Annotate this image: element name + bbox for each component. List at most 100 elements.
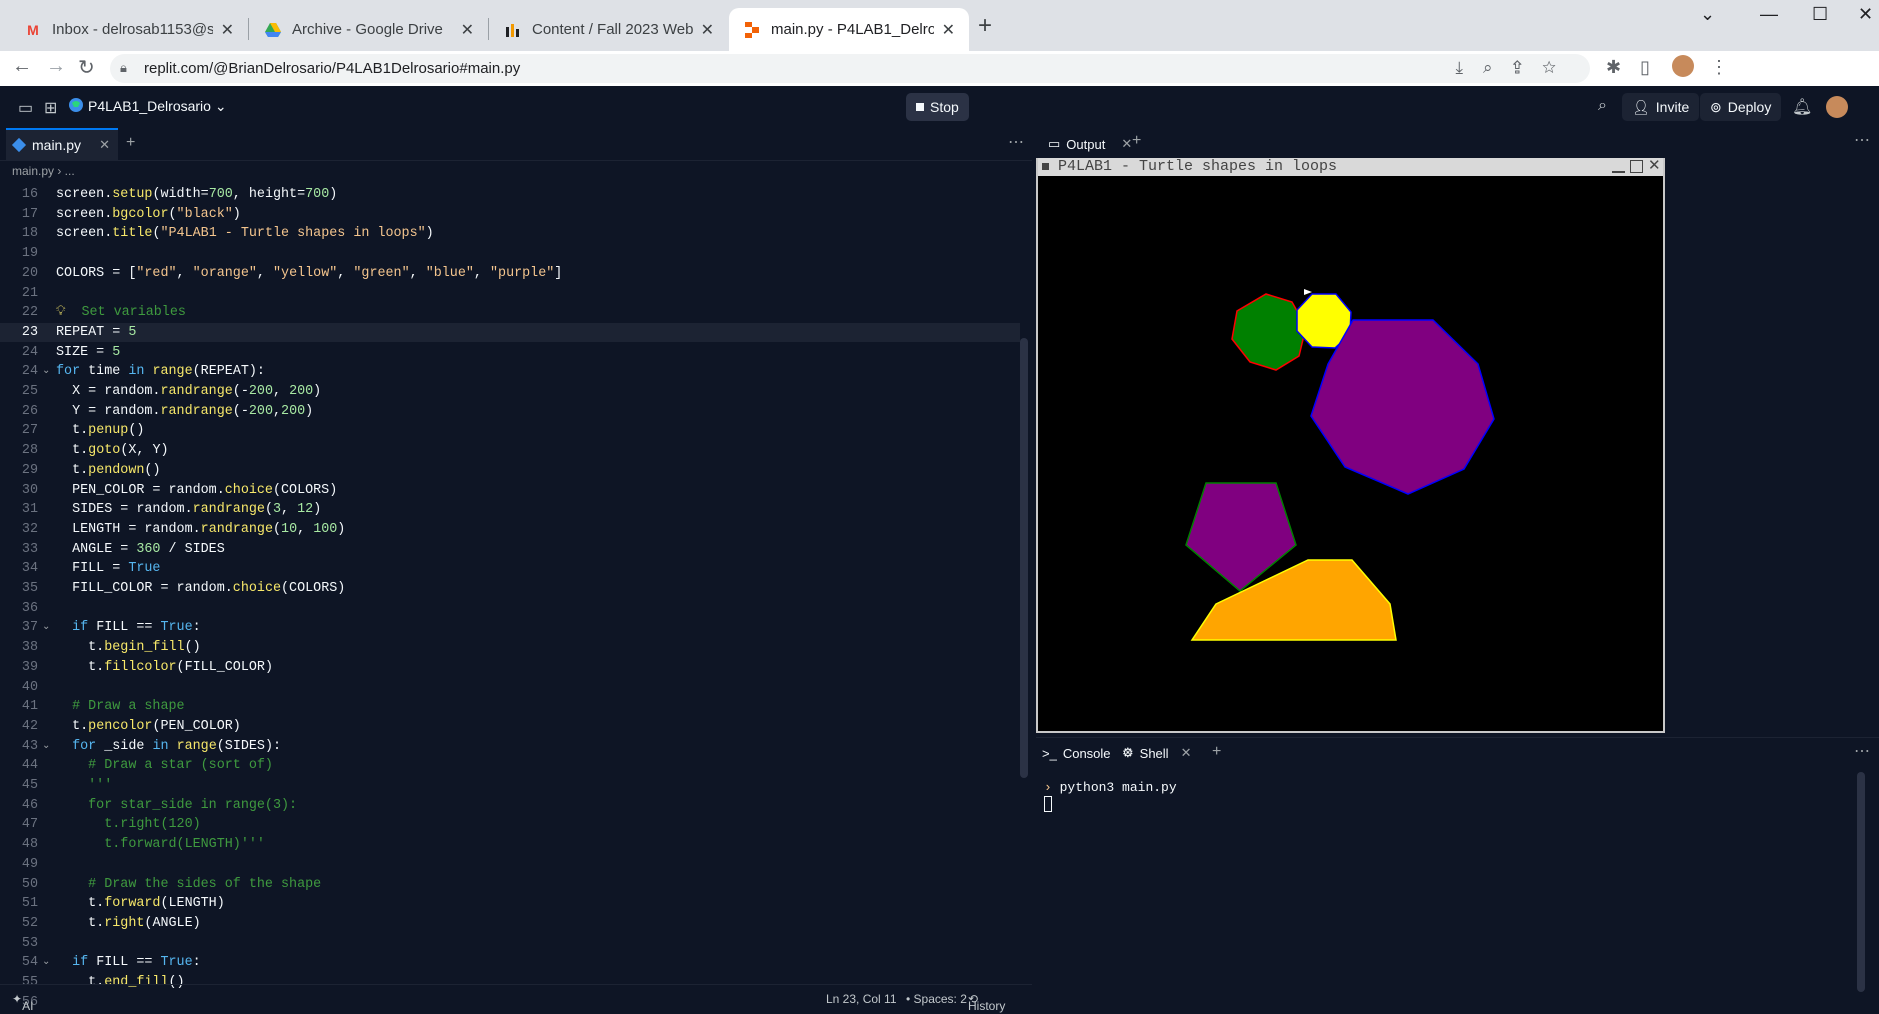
code-lines[interactable]: 16 screen.setup(width=700, height=700) 17 s… <box>0 185 1032 1010</box>
project-name[interactable]: P4LAB1_Delrosario ⌄ <box>88 98 227 115</box>
tab-main-py[interactable]: main.py ✕ <box>6 128 118 160</box>
code-line[interactable]: 21 <box>0 284 1020 303</box>
code-line[interactable]: 33 ANGLE = 360 / SIDES <box>0 540 1020 559</box>
stop-button[interactable]: Stop <box>906 93 969 121</box>
extensions-icon[interactable]: ✱ <box>1606 57 1621 78</box>
browser-tab-gmail[interactable]: M Inbox - delrosab1153@student.r ✕ <box>10 8 248 51</box>
address-bar[interactable]: 🔒︎ replit.com/@BrianDelrosario/P4LAB1Del… <box>110 54 1590 83</box>
code-line[interactable]: 31 SIDES = random.randrange(3, 12) <box>0 500 1020 519</box>
code-line[interactable]: 50 # Draw the sides of the shape <box>0 875 1020 894</box>
editor-scrollbar[interactable] <box>1020 338 1028 778</box>
add-tab-plus-icon[interactable]: + <box>126 134 135 152</box>
more-options-icon[interactable]: ⋯ <box>1854 741 1870 761</box>
code-line[interactable]: 49 <box>0 855 1020 874</box>
browser-tab-drive[interactable]: Archive - Google Drive ✕ <box>250 8 488 51</box>
lightbulb-icon[interactable]: 💡︎ <box>56 305 65 320</box>
omnibox-actions[interactable]: ⤓⌕⇪☆ <box>1455 58 1576 78</box>
kebab-menu-icon[interactable]: ⋮ <box>1710 57 1728 78</box>
new-tab-plus-icon[interactable]: + <box>978 12 992 40</box>
tab-console[interactable]: >_ Console ✕ <box>1042 738 1133 768</box>
code-line[interactable]: 27 t.penup() <box>0 421 1020 440</box>
code-line[interactable]: 51 t.forward(LENGTH) <box>0 894 1020 913</box>
maximize-icon[interactable]: ☐ <box>1812 4 1828 25</box>
bell-icon[interactable]: 🔔︎ <box>1792 97 1812 117</box>
code-line[interactable]: 42 t.pencolor(PEN_COLOR) <box>0 717 1020 736</box>
indent-setting[interactable]: • Spaces: 2 <box>906 992 967 1006</box>
minimize-icon[interactable] <box>1612 160 1625 173</box>
code-line[interactable]: 17 screen.bgcolor("black") <box>0 205 1020 224</box>
ai-button[interactable]: ✦ AI <box>12 992 33 1013</box>
chevron-down-icon[interactable]: ⌄ <box>1700 4 1715 25</box>
code-line[interactable]: 35 FILL_COLOR = random.choice(COLORS) <box>0 579 1020 598</box>
tab-output[interactable]: ▭ Output ✕ <box>1040 130 1140 158</box>
close-icon[interactable]: ✕ <box>221 20 234 40</box>
more-options-icon[interactable]: ⋯ <box>1008 132 1024 152</box>
code-line[interactable]: 32 LENGTH = random.randrange(10, 100) <box>0 520 1020 539</box>
code-line[interactable]: 52 t.right(ANGLE) <box>0 914 1020 933</box>
code-line[interactable]: 19 <box>0 244 1020 263</box>
code-line[interactable]: 16 screen.setup(width=700, height=700) <box>0 185 1020 204</box>
fold-chevron-icon[interactable]: ⌄ <box>42 737 50 756</box>
deploy-button[interactable]: ⊚ Deploy <box>1700 93 1782 121</box>
code-line[interactable]: 25 X = random.randrange(-200, 200) <box>0 382 1020 401</box>
code-line[interactable]: 36 <box>0 599 1020 618</box>
back-arrow-icon[interactable]: ← <box>12 55 32 78</box>
code-line[interactable]: 34 FILL = True <box>0 559 1020 578</box>
user-avatar[interactable] <box>1826 96 1848 118</box>
close-icon[interactable]: ✕ <box>1121 136 1132 152</box>
close-icon[interactable]: ✕ <box>461 20 474 40</box>
code-line[interactable]: 37 ⌄ if FILL == True: <box>0 618 1020 637</box>
sidebar-toggle-icon[interactable]: ▭ <box>18 98 33 118</box>
reload-icon[interactable]: ↻ <box>78 55 95 80</box>
code-line[interactable]: 22 💡︎ Set variables <box>0 303 1020 322</box>
code-line[interactable]: 20 COLORS = ["red", "orange", "yellow", "… <box>0 264 1020 283</box>
minimize-icon[interactable]: — <box>1760 4 1778 25</box>
code-line[interactable]: 23 REPEAT = 5 <box>0 322 1020 342</box>
close-icon[interactable]: ✕ <box>1648 159 1661 174</box>
console-output[interactable]: › python3 main.py <box>1044 780 1177 795</box>
code-line[interactable]: 24 ⌄ for time in range(REPEAT): <box>0 362 1020 381</box>
fold-chevron-icon[interactable]: ⌄ <box>42 618 50 637</box>
history-button[interactable]: History ⟲ <box>968 992 1005 1013</box>
close-icon[interactable]: ✕ <box>942 20 955 40</box>
profile-avatar[interactable] <box>1672 55 1694 77</box>
close-icon[interactable]: ✕ <box>701 20 714 40</box>
window-close-icon[interactable]: ✕ <box>1858 4 1873 25</box>
code-line[interactable]: 48 t.forward(LENGTH)''' <box>0 835 1020 854</box>
code-line[interactable]: 54 ⌄ if FILL == True: <box>0 953 1020 972</box>
close-icon[interactable]: ✕ <box>1181 745 1192 761</box>
breadcrumb[interactable]: main.py › ... <box>12 164 75 178</box>
search-icon[interactable]: ⌕ <box>1598 97 1607 115</box>
code-line[interactable]: 47 t.right(120) <box>0 815 1020 834</box>
close-icon[interactable]: ✕ <box>99 137 110 153</box>
fold-chevron-icon[interactable]: ⌄ <box>42 362 50 381</box>
tab-shell[interactable]: ⚙︎ Shell ✕ <box>1122 738 1191 768</box>
fold-chevron-icon[interactable]: ⌄ <box>42 953 50 972</box>
code-line[interactable]: 26 Y = random.randrange(-200,200) <box>0 402 1020 421</box>
code-line[interactable]: 30 PEN_COLOR = random.choice(COLORS) <box>0 481 1020 500</box>
add-tab-plus-icon[interactable]: + <box>1212 743 1221 761</box>
maximize-icon[interactable] <box>1630 160 1643 173</box>
code-line[interactable]: 45 ''' <box>0 776 1020 795</box>
invite-button[interactable]: 👤︎ Invite <box>1622 93 1700 121</box>
console-scrollbar[interactable] <box>1857 772 1865 992</box>
code-line[interactable]: 44 # Draw a star (sort of) <box>0 756 1020 775</box>
code-line[interactable]: 18 screen.title("P4LAB1 - Turtle shapes i… <box>0 224 1020 243</box>
code-line[interactable]: 39 t.fillcolor(FILL_COLOR) <box>0 658 1020 677</box>
add-tab-plus-icon[interactable]: + <box>1132 132 1141 150</box>
code-line[interactable]: 41 # Draw a shape <box>0 697 1020 716</box>
side-panel-icon[interactable]: ▯ <box>1640 57 1650 78</box>
code-line[interactable]: 53 <box>0 934 1020 953</box>
cursor-position[interactable]: Ln 23, Col 11 <box>826 992 897 1006</box>
code-line[interactable]: 24 SIZE = 5 <box>0 343 1020 362</box>
code-line[interactable]: 28 t.goto(X, Y) <box>0 441 1020 460</box>
code-line[interactable]: 29 t.pendown() <box>0 461 1020 480</box>
code-line[interactable]: 43 ⌄ for _side in range(SIDES): <box>0 737 1020 756</box>
code-line[interactable]: 40 <box>0 678 1020 697</box>
code-line[interactable]: 46 for star_side in range(3): <box>0 796 1020 815</box>
window-menu-icon[interactable] <box>1042 163 1049 170</box>
turtle-graphics-window[interactable]: P4LAB1 - Turtle shapes in loops ✕ <box>1036 158 1665 733</box>
forward-arrow-icon[interactable]: → <box>46 55 66 78</box>
browser-tab-replit[interactable]: main.py - P4LAB1_Delrosario - R ✕ <box>729 8 969 51</box>
browser-tab-d2l[interactable]: Content / Fall 2023 Web, Pgm, & ✕ <box>490 8 728 51</box>
